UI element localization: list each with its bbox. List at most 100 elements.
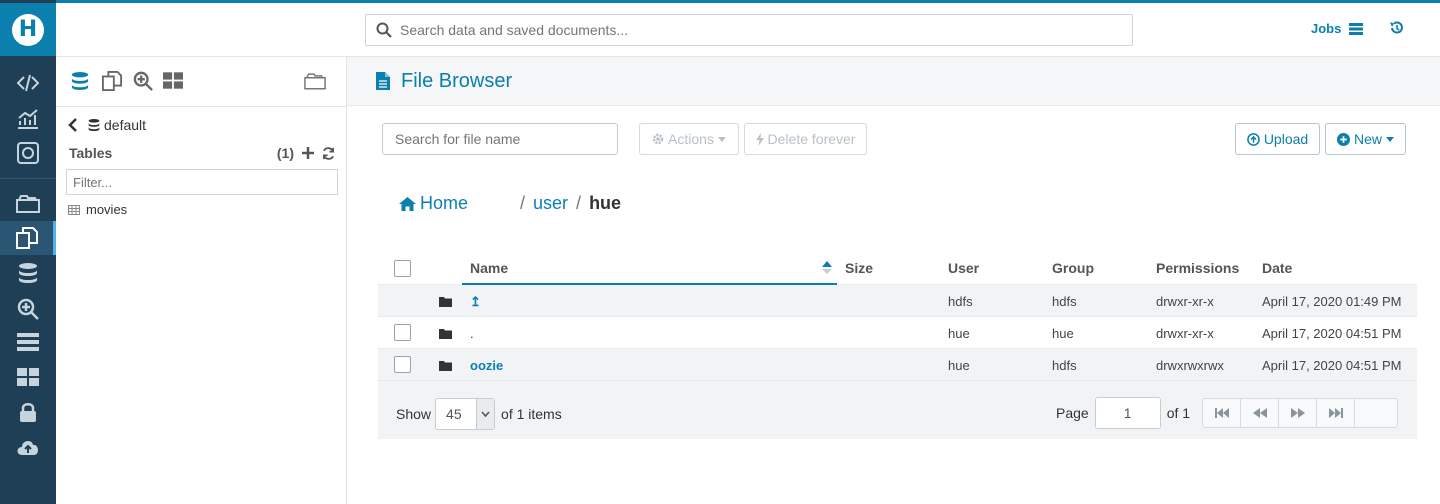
refresh-icon[interactable] [322, 146, 335, 160]
file-name-search-input[interactable] [382, 123, 618, 155]
assist-documents-icon[interactable] [102, 71, 122, 94]
new-dropdown-button[interactable]: New [1325, 123, 1406, 155]
last-page-icon [1328, 408, 1343, 418]
database-icon[interactable] [0, 256, 56, 290]
page-number-input[interactable]: 1 [1094, 397, 1161, 429]
first-page-button[interactable] [1203, 399, 1241, 427]
row-checkbox[interactable] [394, 324, 411, 341]
assist-database-icon[interactable] [71, 71, 89, 94]
actions-dropdown-button[interactable]: Actions [639, 123, 739, 155]
file-date: April 17, 2020 04:51 PM [1262, 358, 1402, 373]
file-group: hdfs [1052, 294, 1077, 309]
jobs-button[interactable]: Jobs [1311, 21, 1364, 36]
editor-icon[interactable] [0, 66, 56, 100]
assist-folder-icon[interactable] [304, 71, 326, 93]
assist-grid-icon[interactable] [163, 72, 183, 92]
file-date: April 17, 2020 01:49 PM [1262, 294, 1402, 309]
search-zoom-icon[interactable] [0, 292, 56, 326]
database-breadcrumb[interactable]: default [68, 117, 146, 133]
nav-rail: H [0, 0, 56, 504]
add-table-plus-icon[interactable] [302, 147, 314, 159]
jobs-label: Jobs [1311, 21, 1342, 36]
file-browser-folder-icon[interactable] [0, 186, 56, 220]
file-user: hdfs [948, 294, 973, 309]
col-permissions[interactable]: Permissions [1156, 260, 1239, 276]
first-page-icon [1214, 408, 1229, 418]
jobs-icon [1349, 22, 1364, 35]
cloud-upload-icon[interactable] [0, 430, 56, 464]
table-row[interactable]: ↥ hdfs hdfs drwxr-xr-x April 17, 2020 01… [378, 285, 1417, 317]
security-lock-icon[interactable] [0, 395, 56, 429]
home-icon [399, 196, 416, 211]
hue-app: H Search data and saved documents... Job… [0, 0, 1440, 504]
new-label: New [1353, 131, 1382, 147]
page-size-control: Show 45 of 1 items [396, 398, 562, 430]
file-document-icon [376, 72, 390, 90]
sort-ascending-icon[interactable] [822, 261, 832, 274]
col-group[interactable]: Group [1052, 260, 1094, 276]
file-group: hue [1052, 326, 1074, 341]
fast-forward-icon [1290, 408, 1305, 418]
file-table: Name Size User Group Permissions Date ↥ … [378, 249, 1417, 439]
col-user[interactable]: User [948, 260, 979, 276]
search-icon [376, 22, 392, 38]
file-browser-main: File Browser Actions Delete forever Uplo… [347, 57, 1440, 504]
col-name[interactable]: Name [470, 260, 508, 276]
file-user: hue [948, 358, 970, 373]
database-small-icon [88, 119, 100, 131]
gear-icon [652, 133, 664, 145]
show-label: Show [396, 406, 432, 422]
scheduler-icon[interactable] [0, 136, 56, 170]
table-row[interactable]: oozie hue hdfs drwxrwxrwx April 17, 2020… [378, 349, 1417, 381]
col-date[interactable]: Date [1262, 260, 1292, 276]
file-date: April 17, 2020 04:51 PM [1262, 326, 1402, 341]
row-checkbox[interactable] [394, 356, 411, 373]
global-search-input[interactable] [400, 22, 1100, 38]
page-label: Page [1056, 405, 1089, 421]
table-row[interactable]: . hue hue drwxr-xr-x April 17, 2020 04:5… [378, 317, 1417, 349]
bolt-icon [755, 132, 764, 146]
breadcrumb-home[interactable]: Home [399, 193, 468, 214]
tables-header: Tables (1) [69, 145, 335, 161]
folder-icon [439, 297, 452, 307]
caret-down-icon [1386, 136, 1394, 142]
table-item-label: movies [86, 202, 128, 217]
delete-forever-button[interactable]: Delete forever [744, 123, 867, 155]
database-name: default [104, 117, 147, 133]
file-name-current[interactable]: . [470, 326, 474, 341]
table-header-row: Name Size User Group Permissions Date [378, 249, 1417, 285]
documents-icon[interactable] [0, 221, 56, 255]
page-number-control: Page 1 of 1 [1056, 397, 1190, 429]
upload-button[interactable]: Upload [1235, 123, 1320, 155]
next-page-button[interactable] [1279, 399, 1317, 427]
page-size-select[interactable]: 45 [435, 398, 496, 430]
table-item-movies[interactable]: movies [68, 202, 127, 217]
history-icon[interactable] [1389, 20, 1405, 39]
assist-search-zoom-icon[interactable] [133, 71, 153, 94]
file-group: hdfs [1052, 358, 1077, 373]
pagination-footer: Show 45 of 1 items Page 1 of 1 [378, 381, 1417, 439]
apps-grid-icon[interactable] [0, 360, 56, 394]
rail-divider [0, 178, 56, 179]
upload-arrow-circle-icon [1246, 132, 1260, 146]
hue-logo[interactable]: H [0, 3, 56, 56]
file-name-oozie[interactable]: oozie [470, 358, 503, 373]
file-permissions: drwxr-xr-x [1156, 326, 1214, 341]
select-all-checkbox[interactable] [394, 260, 411, 277]
tables-filter-input[interactable] [66, 169, 338, 195]
jobs-list-icon[interactable] [0, 325, 56, 359]
path-breadcrumb: Home / user / hue [399, 193, 621, 214]
col-size[interactable]: Size [845, 260, 873, 276]
plus-circle-icon [1336, 132, 1350, 146]
breadcrumb-user[interactable]: user [533, 193, 568, 214]
dashboard-chart-icon[interactable] [0, 102, 56, 136]
global-search-box[interactable] [365, 14, 1133, 46]
pagination-buttons [1202, 398, 1398, 428]
back-chevron-icon[interactable] [68, 118, 78, 132]
previous-page-button[interactable] [1241, 399, 1279, 427]
upload-label: Upload [1263, 131, 1309, 147]
last-page-button[interactable] [1317, 399, 1355, 427]
assist-panel: default Tables (1) movies [56, 57, 347, 504]
breadcrumb-separator: / [520, 193, 526, 213]
file-name-parent[interactable]: ↥ [470, 294, 481, 310]
